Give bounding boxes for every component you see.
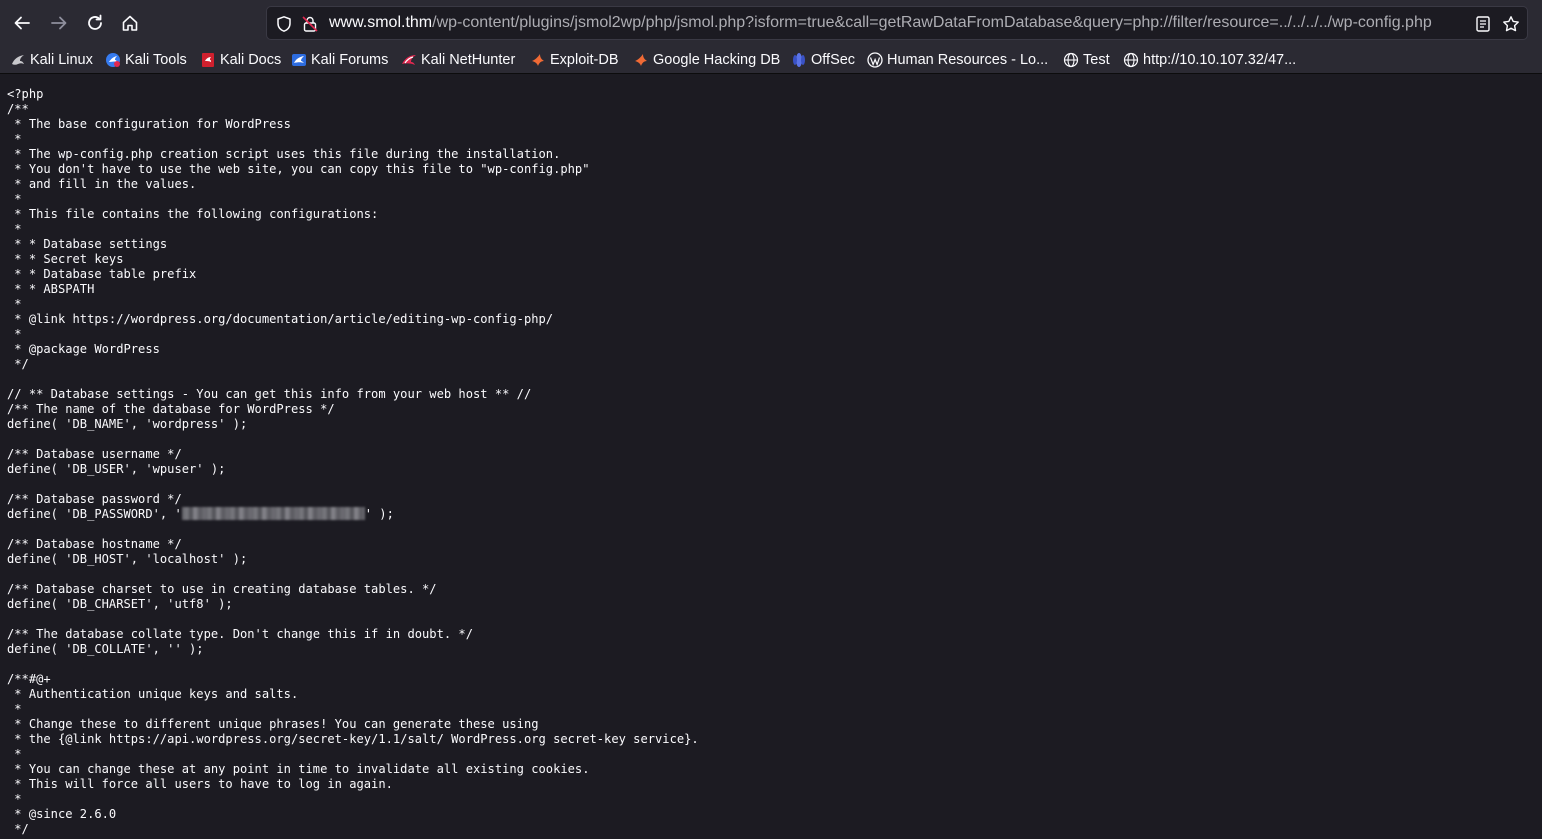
url-host: www.smol.thm	[329, 14, 433, 31]
bookmark-ip-link[interactable]: http://10.10.107.32/47...	[1123, 50, 1296, 70]
exploit-db-icon	[530, 52, 546, 68]
reload-icon	[88, 14, 102, 30]
bookmark-label: Kali Tools	[125, 52, 187, 68]
page-content: <?php /** * The base configuration for W…	[0, 75, 1542, 839]
source-code: <?php /** * The base configuration for W…	[7, 87, 699, 837]
wordpress-icon	[867, 52, 883, 68]
bookmark-exploit-db[interactable]: Exploit-DB	[530, 50, 619, 70]
bookmark-kali-linux[interactable]: Kali Linux	[10, 50, 93, 70]
kali-forums-icon	[291, 52, 307, 68]
url-path: /wp-content/plugins/jsmol2wp/php/jsmol.p…	[432, 14, 1432, 31]
star-icon[interactable]	[1502, 15, 1520, 33]
bookmark-label: Kali NetHunter	[421, 52, 516, 68]
bookmark-kali-nethunter[interactable]: Kali NetHunter	[401, 50, 515, 70]
bookmark-test[interactable]: Test	[1063, 50, 1110, 70]
kali-docs-icon	[200, 52, 216, 68]
url-text[interactable]: www.smol.thm/wp-content/plugins/jsmol2wp…	[329, 14, 1432, 32]
bookmark-kali-docs[interactable]: Kali Docs	[200, 50, 281, 70]
bookmark-label: Kali Linux	[30, 52, 93, 68]
bookmark-label: OffSec	[811, 52, 856, 68]
arrow-left-icon	[14, 16, 30, 30]
bookmark-label: Human Resources - Lo...	[887, 52, 1049, 68]
bookmark-offsec[interactable]: OffSec	[791, 50, 855, 70]
nethunter-icon	[401, 52, 417, 68]
bookmark-google-hacking-db[interactable]: Google Hacking DB	[633, 50, 780, 70]
home-button[interactable]	[114, 6, 146, 40]
url-bar[interactable]: www.smol.thm/wp-content/plugins/jsmol2wp…	[266, 6, 1528, 40]
bookmark-label: Kali Docs	[220, 52, 282, 68]
bookmark-kali-tools[interactable]: Kali Tools	[105, 50, 187, 70]
shield-icon[interactable]	[275, 15, 293, 33]
browser-toolbar: www.smol.thm/wp-content/plugins/jsmol2wp…	[0, 0, 1542, 46]
kali-tools-icon	[105, 52, 121, 68]
code-after-password: ' ); /** Database hostname */ define( 'D…	[7, 507, 699, 836]
bookmarks-toolbar: Kali Linux Kali Tools Kali Docs Kali For…	[0, 46, 1542, 74]
bookmark-human-resources[interactable]: Human Resources - Lo...	[867, 50, 1048, 70]
bookmark-label: Kali Forums	[311, 52, 389, 68]
globe-icon	[1063, 52, 1079, 68]
lock-icon[interactable]	[301, 15, 319, 33]
bookmark-label: Google Hacking DB	[653, 52, 781, 68]
ghdb-icon	[633, 52, 649, 68]
arrow-right-icon	[51, 16, 67, 30]
reload-button[interactable]	[79, 6, 111, 40]
bookmark-label: Test	[1083, 52, 1110, 68]
home-icon	[122, 15, 138, 31]
offsec-icon	[791, 52, 807, 68]
back-button[interactable]	[6, 6, 38, 40]
bookmark-label: Exploit-DB	[550, 52, 619, 68]
bookmark-label: http://10.10.107.32/47...	[1143, 52, 1297, 68]
code-before-password: <?php /** * The base configuration for W…	[7, 87, 590, 521]
redacted-password	[181, 507, 365, 520]
reader-view-icon[interactable]	[1474, 15, 1492, 33]
forward-button[interactable]	[43, 6, 75, 40]
globe-icon	[1123, 52, 1139, 68]
kali-dragon-icon	[10, 52, 26, 68]
bookmark-kali-forums[interactable]: Kali Forums	[291, 50, 388, 70]
